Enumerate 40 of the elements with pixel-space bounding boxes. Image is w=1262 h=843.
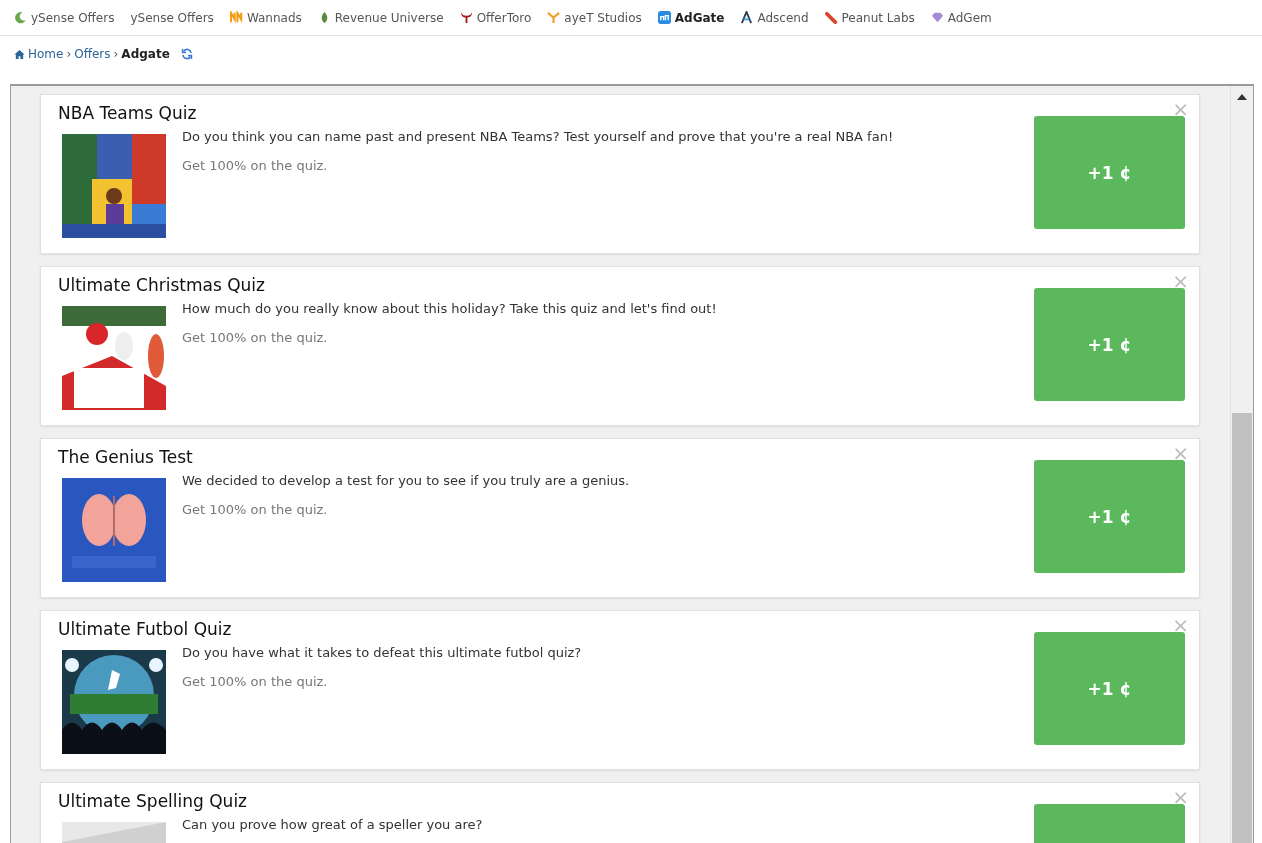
crescent-icon xyxy=(14,11,27,24)
offer-requirement: Get 100% on the quiz. xyxy=(182,674,329,689)
nav-tab[interactable]: AdGate xyxy=(657,10,725,25)
offer-title: The Genius Test xyxy=(58,447,193,467)
offer-requirement: Get 100% on the quiz. xyxy=(182,158,329,173)
breadcrumb-separator: › xyxy=(113,47,119,61)
nav-tab[interactable]: Wannads xyxy=(229,10,302,25)
offer-title: NBA Teams Quiz xyxy=(58,103,197,123)
nav-tab[interactable]: Adscend xyxy=(740,10,809,25)
scrollbar-thumb[interactable] xyxy=(1232,413,1252,843)
fork-icon xyxy=(547,11,561,24)
offer-description: Do you have what it takes to defeat this ultimate futbol quiz? xyxy=(182,645,583,660)
gem-icon xyxy=(930,11,944,24)
offer-description: Can you prove how great of a speller you are? xyxy=(182,817,484,832)
offer-title: Ultimate Futbol Quiz xyxy=(58,619,232,639)
nav-tab[interactable]: AdGem xyxy=(930,10,992,25)
double-n-icon xyxy=(229,11,243,24)
offer-title: Ultimate Spelling Quiz xyxy=(58,791,248,811)
horns-icon xyxy=(459,11,473,24)
nav-tab[interactable]: ySense Offers xyxy=(14,10,115,25)
breadcrumb-link[interactable]: Home xyxy=(28,47,64,61)
offer-requirement: Get 100% on the quiz. xyxy=(182,502,329,517)
scrollbar[interactable] xyxy=(1230,86,1253,843)
refresh-icon[interactable] xyxy=(180,48,193,60)
letter-a-icon xyxy=(740,11,754,24)
offer-title: Ultimate Christmas Quiz xyxy=(58,275,265,295)
nav-tab[interactable]: ySense Offers xyxy=(130,10,214,25)
breadcrumb-separator: › xyxy=(66,47,72,61)
offer-description: How much do you really know about this holiday? Take this quiz and let's find out! xyxy=(182,301,718,316)
offer-requirement: Get 100% on the quiz. xyxy=(182,330,329,345)
offer-description: Do you think you can name past and present NBA Teams? Test yourself and prove that you're a real NBA fan! xyxy=(182,129,895,144)
nav-tab[interactable]: OfferToro xyxy=(459,10,532,25)
offer-description: We decided to develop a test for you to see if you truly are a genius. xyxy=(182,473,631,488)
nav-tab[interactable]: Peanut Labs xyxy=(824,10,915,25)
scroll-up-icon[interactable] xyxy=(1237,94,1247,100)
breadcrumb-current: Adgate xyxy=(121,47,170,61)
home-icon xyxy=(14,48,25,60)
nav-tab[interactable]: ayeT Studios xyxy=(547,10,642,25)
breadcrumb-link[interactable]: Offers xyxy=(74,47,111,61)
nav-tab[interactable]: Revenue Universe xyxy=(317,10,444,25)
